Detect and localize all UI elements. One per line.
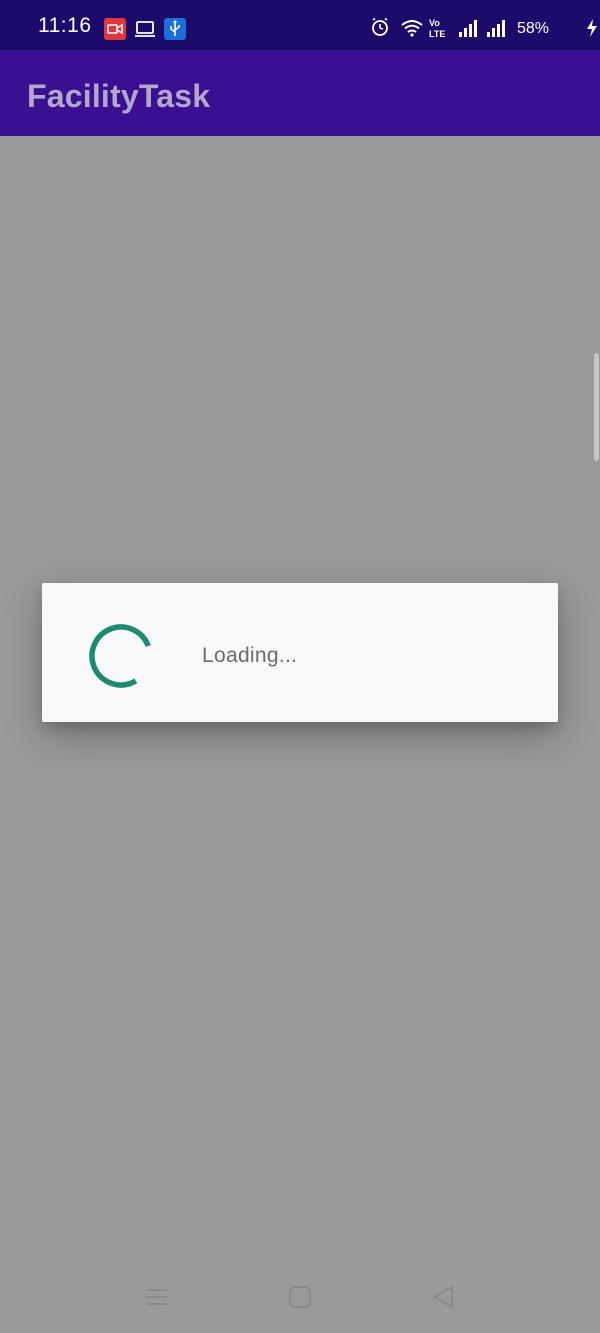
loading-message: Loading... [202, 644, 298, 667]
signal-icon-2 [486, 18, 508, 43]
status-bar: 11:16 Vo LTE 58% [0, 0, 600, 50]
status-right-icons: Vo LTE 58% [360, 0, 600, 50]
charging-icon [586, 19, 598, 42]
scrollbar[interactable] [594, 353, 599, 461]
usb-icon [164, 18, 186, 40]
loading-spinner-icon [89, 624, 153, 688]
app-bar: FacilityTask [0, 50, 600, 136]
svg-text:Vo: Vo [429, 18, 440, 28]
app-title: FacilityTask [27, 78, 211, 114]
battery-level: 58% [516, 20, 549, 37]
content-scrim [0, 136, 600, 1333]
menu-icon[interactable] [142, 1282, 172, 1312]
home-icon[interactable] [285, 1282, 315, 1312]
wifi-icon [400, 19, 424, 42]
screen-record-icon [104, 18, 126, 40]
signal-icon [458, 18, 480, 43]
volte-icon: Vo LTE [428, 17, 450, 44]
status-time: 11:16 [38, 14, 92, 37]
alarm-icon [370, 17, 390, 42]
back-icon[interactable] [428, 1282, 458, 1312]
svg-text:LTE: LTE [429, 29, 445, 39]
navigation-bar [0, 1263, 600, 1333]
loading-dialog: Loading... [42, 583, 558, 722]
laptop-icon [134, 18, 156, 40]
